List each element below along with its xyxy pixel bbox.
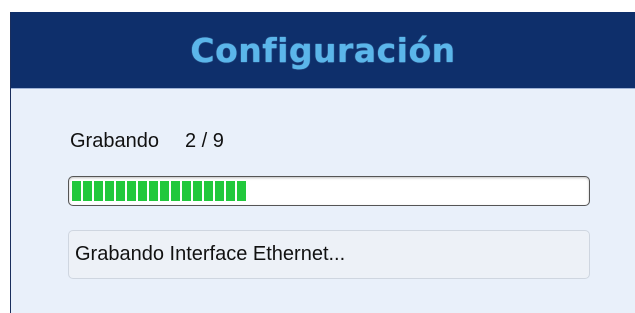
progress-fill bbox=[72, 181, 246, 201]
dialog-title: Configuración bbox=[190, 30, 456, 70]
progress-bar bbox=[68, 176, 590, 206]
status-label: Grabando bbox=[70, 130, 159, 152]
status-row: Grabando 2 / 9 bbox=[70, 130, 224, 153]
status-message: Grabando Interface Ethernet... bbox=[75, 243, 346, 265]
config-dialog: Configuración Grabando 2 / 9 Grabando In… bbox=[10, 12, 635, 313]
status-message-box: Grabando Interface Ethernet... bbox=[68, 230, 590, 279]
dialog-header: Configuración bbox=[11, 12, 635, 89]
step-counter: 2 / 9 bbox=[184, 130, 224, 152]
